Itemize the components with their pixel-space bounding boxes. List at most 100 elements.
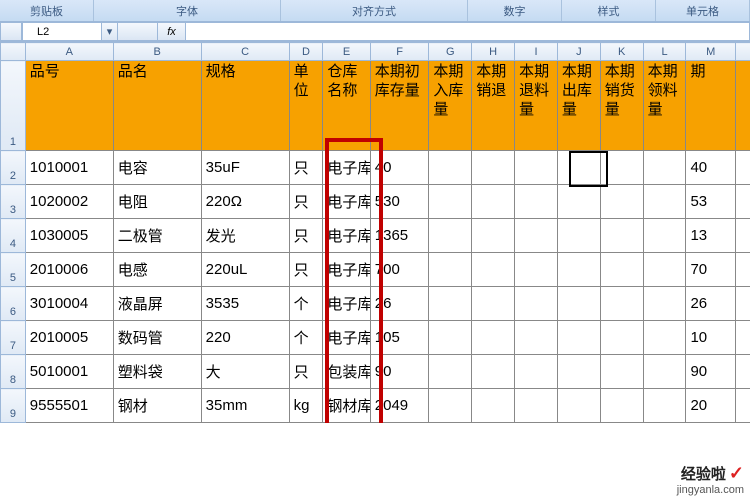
header-cell[interactable]: 单位 (289, 61, 323, 151)
cell[interactable] (736, 287, 750, 321)
name-box[interactable]: L2 (22, 22, 102, 41)
cell[interactable]: 35mm (201, 389, 289, 423)
cell[interactable] (557, 253, 600, 287)
header-cell[interactable]: 本期退料量 (515, 61, 558, 151)
cell[interactable] (557, 185, 600, 219)
col-header-K[interactable]: K (600, 43, 643, 61)
cell[interactable]: 2010006 (25, 253, 113, 287)
cell[interactable] (600, 151, 643, 185)
cell[interactable] (429, 151, 472, 185)
cell[interactable] (472, 219, 515, 253)
ribbon-group-clipboard[interactable]: 剪贴板 (0, 0, 94, 21)
cell[interactable]: 二极管 (113, 219, 201, 253)
cell[interactable]: 3535 (201, 287, 289, 321)
cell[interactable]: 个 (289, 287, 323, 321)
cell[interactable]: 电子库 (323, 219, 370, 253)
cell[interactable]: 9555501 (25, 389, 113, 423)
col-header-J[interactable]: J (557, 43, 600, 61)
cell[interactable] (429, 355, 472, 389)
cell[interactable]: 塑料袋 (113, 355, 201, 389)
cell[interactable] (515, 185, 558, 219)
worksheet[interactable]: ABCDEFGHIJKLM 1品号品名规格单位仓库名称本期初库存量本期入库量本期… (0, 42, 750, 423)
select-all-corner[interactable] (0, 22, 22, 41)
col-header-G[interactable]: G (429, 43, 472, 61)
row-header[interactable]: 4 (1, 219, 26, 253)
cell[interactable] (600, 185, 643, 219)
cell[interactable] (600, 355, 643, 389)
row-header[interactable]: 2 (1, 151, 26, 185)
cell[interactable]: 35uF (201, 151, 289, 185)
cell[interactable]: 700 (370, 253, 429, 287)
row-header[interactable]: 9 (1, 389, 26, 423)
cell[interactable] (472, 355, 515, 389)
cell[interactable]: 220 (201, 321, 289, 355)
cell[interactable]: 大 (201, 355, 289, 389)
cell[interactable]: 钢材库 (323, 389, 370, 423)
cell[interactable]: kg (289, 389, 323, 423)
row-header[interactable]: 3 (1, 185, 26, 219)
cell[interactable]: 220Ω (201, 185, 289, 219)
cell[interactable] (736, 253, 750, 287)
cell[interactable] (600, 321, 643, 355)
cell[interactable] (643, 287, 686, 321)
cell[interactable] (557, 151, 600, 185)
cell[interactable] (557, 287, 600, 321)
fx-button[interactable]: fx (158, 22, 186, 41)
cell[interactable]: 530 (370, 185, 429, 219)
header-cell[interactable]: 仓库名称 (323, 61, 370, 151)
cell[interactable]: 只 (289, 151, 323, 185)
cell[interactable] (643, 389, 686, 423)
cell[interactable]: 10 (686, 321, 736, 355)
cell[interactable] (600, 253, 643, 287)
cell[interactable]: 1365 (370, 219, 429, 253)
cell[interactable] (557, 355, 600, 389)
cell[interactable] (643, 219, 686, 253)
col-header-B[interactable]: B (113, 43, 201, 61)
cell[interactable]: 20 (686, 389, 736, 423)
name-box-dropdown[interactable]: ▾ (102, 22, 118, 41)
header-cell[interactable]: 本期销货量 (600, 61, 643, 151)
cell[interactable] (643, 151, 686, 185)
cell[interactable] (736, 321, 750, 355)
cell[interactable] (429, 321, 472, 355)
cell[interactable]: 电子库 (323, 321, 370, 355)
cell[interactable] (643, 253, 686, 287)
cell[interactable] (472, 185, 515, 219)
cell[interactable]: 220uL (201, 253, 289, 287)
header-cell[interactable]: 规格 (201, 61, 289, 151)
cell[interactable]: 1010001 (25, 151, 113, 185)
cell[interactable]: 3010004 (25, 287, 113, 321)
col-header-D[interactable]: D (289, 43, 323, 61)
cell[interactable]: 个 (289, 321, 323, 355)
cell[interactable] (736, 219, 750, 253)
cell[interactable] (515, 253, 558, 287)
cell[interactable]: 1020002 (25, 185, 113, 219)
cell[interactable]: 发光 (201, 219, 289, 253)
cell[interactable] (557, 389, 600, 423)
cell[interactable] (600, 219, 643, 253)
ribbon-group-number[interactable]: 数字 (468, 0, 562, 21)
cell[interactable] (600, 389, 643, 423)
col-header-extra[interactable] (736, 43, 750, 61)
cell[interactable]: 26 (686, 287, 736, 321)
cell[interactable] (515, 321, 558, 355)
cell[interactable] (515, 355, 558, 389)
col-header-E[interactable]: E (323, 43, 370, 61)
cell[interactable] (472, 389, 515, 423)
cell[interactable]: 电子库 (323, 287, 370, 321)
header-cell[interactable]: 本期初库存量 (370, 61, 429, 151)
cell[interactable]: 电感 (113, 253, 201, 287)
cell[interactable]: 包装库 (323, 355, 370, 389)
cell[interactable]: 90 (686, 355, 736, 389)
corner-cell[interactable] (1, 43, 26, 61)
header-cell[interactable]: 本期销退 (472, 61, 515, 151)
col-header-I[interactable]: I (515, 43, 558, 61)
cell[interactable]: 2010005 (25, 321, 113, 355)
cell[interactable] (515, 151, 558, 185)
cell[interactable] (472, 151, 515, 185)
header-cell[interactable]: 本期领料量 (643, 61, 686, 151)
cell[interactable]: 5010001 (25, 355, 113, 389)
cell[interactable]: 只 (289, 185, 323, 219)
cell[interactable]: 105 (370, 321, 429, 355)
cell[interactable]: 电阻 (113, 185, 201, 219)
